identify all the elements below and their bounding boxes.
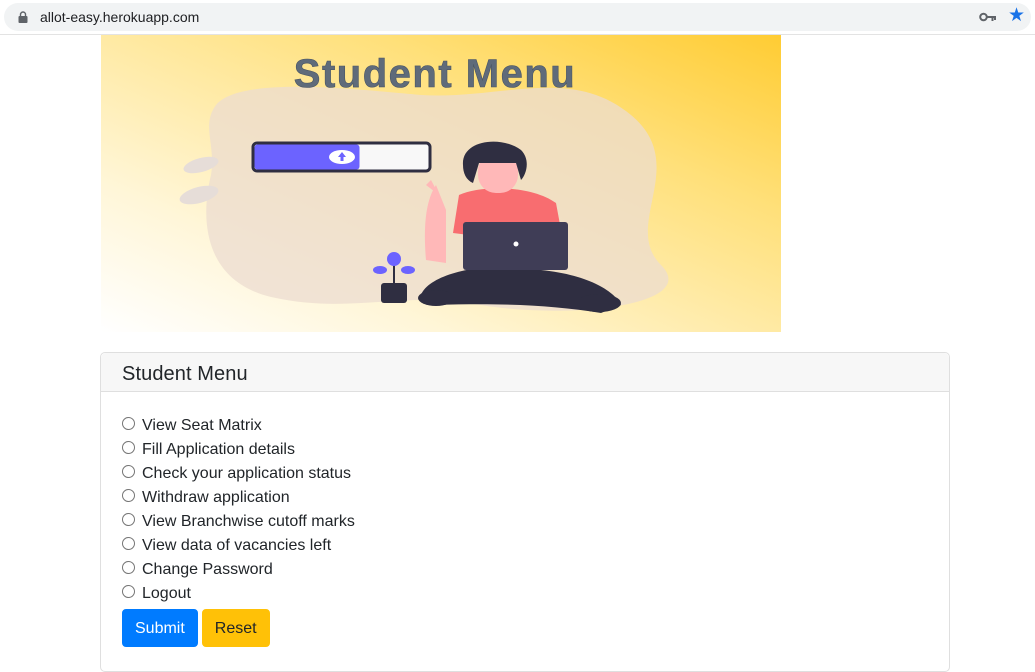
option-fill-application-details[interactable]: Fill Application details <box>122 438 928 462</box>
reset-button[interactable]: Reset <box>201 609 270 647</box>
key-icon[interactable] <box>979 11 997 23</box>
option-label[interactable]: Withdraw application <box>142 486 290 510</box>
star-icon[interactable]: ★ <box>1008 6 1025 26</box>
student-menu-card: Student Menu View Seat Matrix Fill Appli… <box>100 352 950 672</box>
option-label[interactable]: View Branchwise cutoff marks <box>142 510 355 534</box>
submit-button[interactable]: Submit <box>122 609 198 647</box>
option-view-branchwise-cutoff[interactable]: View Branchwise cutoff marks <box>122 510 928 534</box>
option-view-vacancies-left[interactable]: View data of vacancies left <box>122 534 928 558</box>
upload-progress-graphic <box>251 141 432 173</box>
radio-button[interactable] <box>122 585 135 598</box>
radio-button[interactable] <box>122 513 135 526</box>
option-withdraw-application[interactable]: Withdraw application <box>122 486 928 510</box>
radio-button[interactable] <box>122 561 135 574</box>
radio-button[interactable] <box>122 489 135 502</box>
option-label[interactable]: View Seat Matrix <box>142 414 262 438</box>
omnibox[interactable]: allot-easy.herokuapp.com ★ <box>4 3 1031 31</box>
card-title: Student Menu <box>122 363 248 385</box>
option-check-application-status[interactable]: Check your application status <box>122 462 928 486</box>
hero-banner: Student Menu <box>101 35 781 332</box>
option-label[interactable]: Change Password <box>142 558 273 582</box>
radio-button[interactable] <box>122 465 135 478</box>
form-buttons: Submit Reset <box>122 609 928 647</box>
card-body: View Seat Matrix Fill Application detail… <box>101 392 949 647</box>
radio-button[interactable] <box>122 537 135 550</box>
url-text[interactable]: allot-easy.herokuapp.com <box>40 8 199 26</box>
option-view-seat-matrix[interactable]: View Seat Matrix <box>122 414 928 438</box>
option-label[interactable]: Fill Application details <box>142 438 295 462</box>
hero-heading: Student Menu <box>294 52 576 96</box>
lock-icon[interactable] <box>18 11 28 23</box>
option-change-password[interactable]: Change Password <box>122 558 928 582</box>
option-label[interactable]: Check your application status <box>142 462 351 486</box>
option-label[interactable]: View data of vacancies left <box>142 534 331 558</box>
option-logout[interactable]: Logout <box>122 582 928 606</box>
hero-illustration: Student Menu <box>101 35 781 332</box>
radio-button[interactable] <box>122 417 135 430</box>
radio-button[interactable] <box>122 441 135 454</box>
option-label[interactable]: Logout <box>142 582 191 606</box>
browser-address-bar: allot-easy.herokuapp.com ★ <box>0 0 1035 35</box>
student-menu-form: View Seat Matrix Fill Application detail… <box>122 414 928 647</box>
card-header: Student Menu <box>101 353 949 392</box>
